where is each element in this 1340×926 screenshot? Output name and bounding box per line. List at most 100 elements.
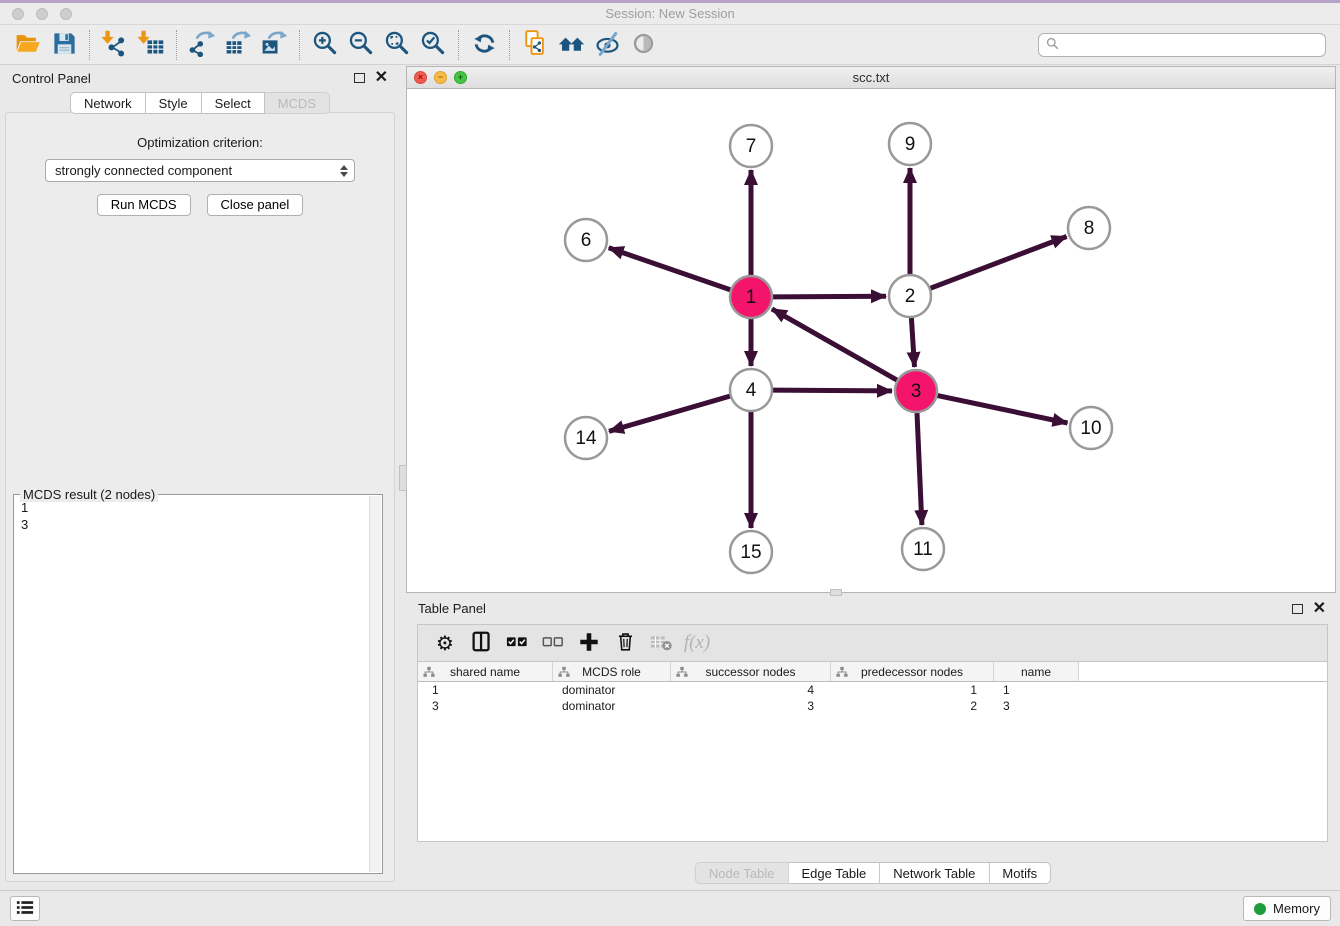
column-selector-button[interactable] xyxy=(463,626,499,660)
graph-node-14[interactable]: 14 xyxy=(565,417,607,459)
table-cell[interactable]: 1 xyxy=(418,683,553,697)
table-cell[interactable]: 3 xyxy=(671,699,831,713)
table-cell[interactable]: dominator xyxy=(553,699,671,713)
tab-node-table[interactable]: Node Table xyxy=(695,862,789,884)
table-cell[interactable]: 2 xyxy=(831,699,994,713)
table-cell[interactable]: 1 xyxy=(994,683,1079,697)
export-image-button[interactable] xyxy=(256,28,292,62)
table-row[interactable]: 3dominator323 xyxy=(418,698,1327,714)
eye-slash-icon xyxy=(593,29,622,61)
save-floppy-icon xyxy=(51,30,78,60)
task-history-button[interactable] xyxy=(10,896,40,921)
unchecked-boxes-icon xyxy=(542,631,564,656)
tab-motifs[interactable]: Motifs xyxy=(989,862,1051,884)
export-table-button[interactable] xyxy=(220,28,256,62)
column-header-shared-name[interactable]: shared name xyxy=(418,662,553,681)
function-builder-button[interactable]: f(x) xyxy=(679,626,715,660)
window-zoom-button[interactable] xyxy=(60,8,72,20)
close-panel-icon[interactable]: ✕ xyxy=(375,72,388,84)
graph-edge-4-14[interactable] xyxy=(609,396,730,431)
list-icon xyxy=(16,900,34,918)
graph-edge-4-3[interactable] xyxy=(773,390,892,391)
save-session-button[interactable] xyxy=(46,28,82,62)
search-field[interactable] xyxy=(1038,33,1326,57)
graph-node-2[interactable]: 2 xyxy=(889,275,931,317)
optimization-criterion-select[interactable]: strongly connected component xyxy=(45,159,355,182)
tab-select[interactable]: Select xyxy=(202,92,265,114)
mcds-result-scrollbar[interactable] xyxy=(369,496,381,872)
graph-edge-2-8[interactable] xyxy=(931,237,1067,289)
zoom-selected-button[interactable] xyxy=(415,28,451,62)
import-network-button[interactable] xyxy=(97,28,133,62)
graph-edge-1-6[interactable] xyxy=(609,248,731,290)
table-row[interactable]: 1dominator411 xyxy=(418,682,1327,698)
tab-style[interactable]: Style xyxy=(146,92,202,114)
export-network-button[interactable] xyxy=(184,28,220,62)
table-cell[interactable]: dominator xyxy=(553,683,671,697)
open-session-button[interactable] xyxy=(10,28,46,62)
deselect-all-button[interactable] xyxy=(535,626,571,660)
graph-node-6[interactable]: 6 xyxy=(565,219,607,261)
hide-selected-button[interactable] xyxy=(589,28,625,62)
graph-edge-2-3[interactable] xyxy=(911,318,914,367)
desktop-edge xyxy=(0,0,1340,3)
network-maximize-button[interactable]: + xyxy=(454,71,467,84)
graph-edge-1-2[interactable] xyxy=(773,296,886,297)
column-header-name[interactable]: name xyxy=(994,662,1079,681)
tab-mcds[interactable]: MCDS xyxy=(265,92,330,114)
close-table-panel-icon[interactable]: ✕ xyxy=(1313,603,1326,615)
column-header-MCDS-role[interactable]: MCDS role xyxy=(553,662,671,681)
mcds-result-text[interactable]: 1 3 xyxy=(15,496,369,872)
graph-edge-3-11[interactable] xyxy=(917,413,922,525)
vertical-splitter-handle[interactable] xyxy=(399,465,407,491)
import-table-button[interactable] xyxy=(133,28,169,62)
close-panel-button[interactable]: Close panel xyxy=(207,194,304,216)
run-mcds-button[interactable]: Run MCDS xyxy=(97,194,191,216)
table-cell[interactable]: 4 xyxy=(671,683,831,697)
tab-edge-table[interactable]: Edge Table xyxy=(788,862,880,884)
table-cell[interactable]: 1 xyxy=(831,683,994,697)
graph-node-15[interactable]: 15 xyxy=(730,531,772,573)
window-close-button[interactable] xyxy=(12,8,24,20)
zoom-in-button[interactable] xyxy=(307,28,343,62)
float-panel-icon[interactable] xyxy=(354,73,365,83)
add-button[interactable] xyxy=(571,626,607,660)
table-settings-button[interactable]: ⚙ xyxy=(427,626,463,660)
graph-node-1[interactable]: 1 xyxy=(730,276,772,318)
search-input[interactable] xyxy=(1064,37,1318,52)
clone-network-button[interactable] xyxy=(517,28,553,62)
zoom-out-button[interactable] xyxy=(343,28,379,62)
tab-network-table[interactable]: Network Table xyxy=(880,862,989,884)
graph-node-7[interactable]: 7 xyxy=(730,125,772,167)
graph-node-3[interactable]: 3 xyxy=(895,370,937,412)
network-minimize-button[interactable]: − xyxy=(434,71,447,84)
optimization-criterion-value: strongly connected component xyxy=(55,163,232,178)
graph-node-10[interactable]: 10 xyxy=(1070,407,1112,449)
float-table-panel-icon[interactable] xyxy=(1292,604,1303,614)
column-header-successor-nodes[interactable]: successor nodes xyxy=(671,662,831,681)
plus-icon xyxy=(578,631,600,656)
graph-edge-3-10[interactable] xyxy=(938,396,1068,423)
network-canvas[interactable]: 7 9 6 8 1 2 4 3 14 10 15 11 xyxy=(407,89,1335,592)
column-header-predecessor-nodes[interactable]: predecessor nodes xyxy=(831,662,994,681)
workspace: × − + scc.txt 7968124314101511 Table Pan… xyxy=(406,65,1340,890)
window-minimize-button[interactable] xyxy=(36,8,48,20)
show-all-button[interactable] xyxy=(625,28,661,62)
table-cell[interactable]: 3 xyxy=(994,699,1079,713)
first-neighbors-button[interactable] xyxy=(553,28,589,62)
graph-node-11[interactable]: 11 xyxy=(902,528,944,570)
graph-edge-3-1[interactable] xyxy=(772,309,897,380)
zoom-fit-button[interactable] xyxy=(379,28,415,62)
table-cell[interactable]: 3 xyxy=(418,699,553,713)
tab-network[interactable]: Network xyxy=(70,92,146,114)
delete-table-button[interactable] xyxy=(643,626,679,660)
graph-node-4[interactable]: 4 xyxy=(730,369,772,411)
horizontal-splitter-handle[interactable] xyxy=(830,589,842,596)
graph-node-8[interactable]: 8 xyxy=(1068,207,1110,249)
delete-button[interactable] xyxy=(607,626,643,660)
select-all-button[interactable] xyxy=(499,626,535,660)
memory-button[interactable]: Memory xyxy=(1243,896,1331,921)
refresh-layout-button[interactable] xyxy=(466,28,502,62)
network-close-button[interactable]: × xyxy=(414,71,427,84)
graph-node-9[interactable]: 9 xyxy=(889,123,931,165)
